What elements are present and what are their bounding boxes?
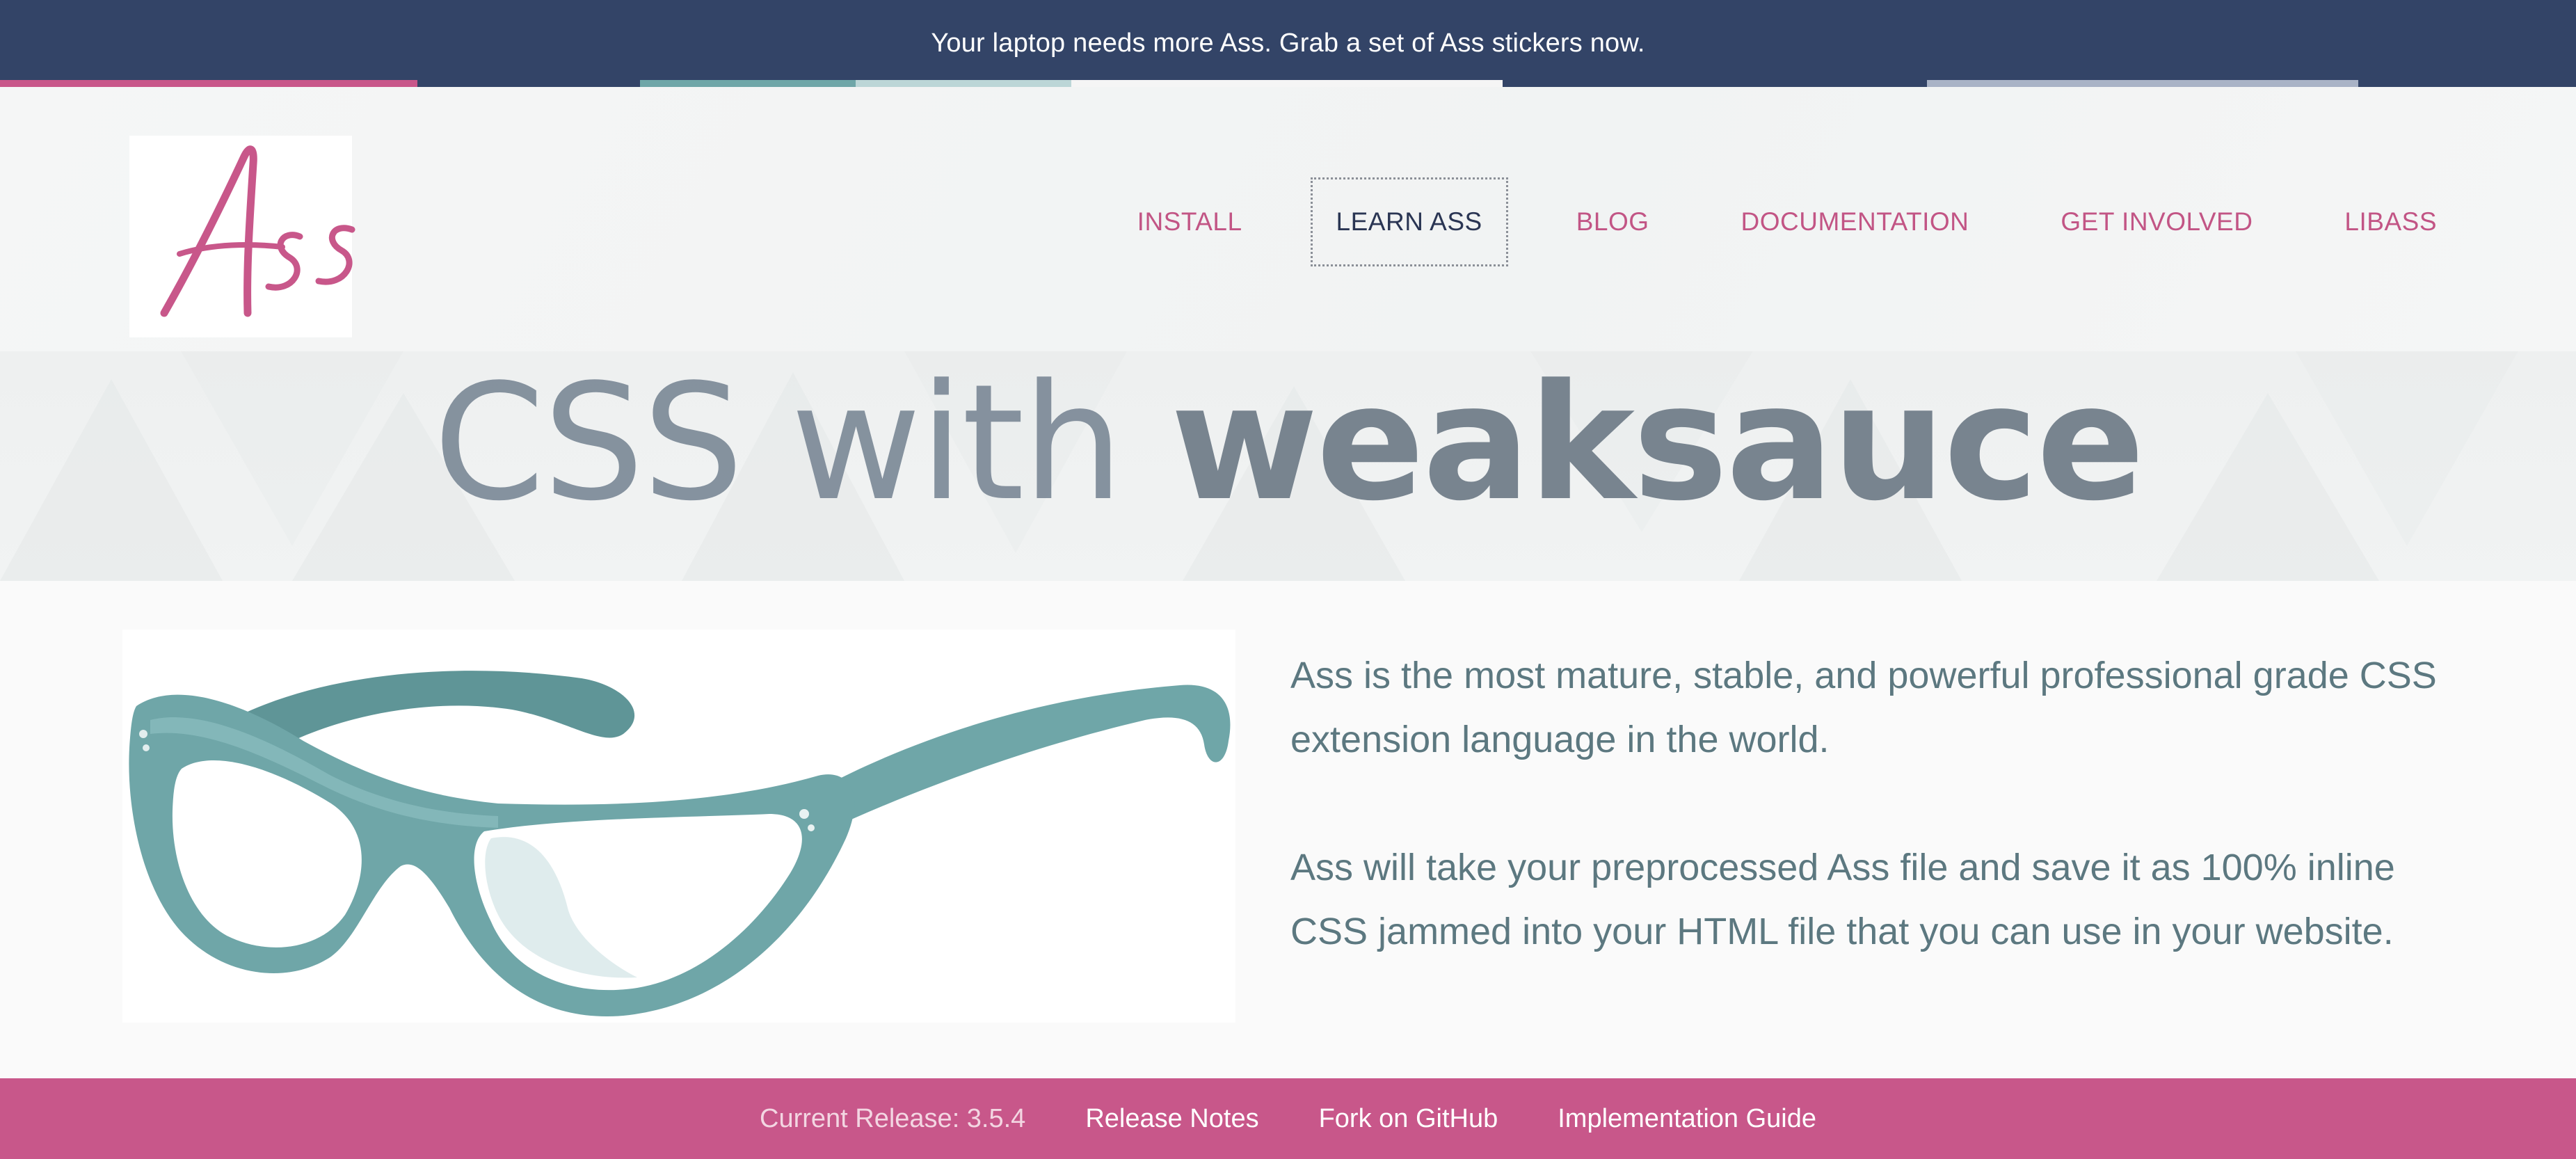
announcement-banner: Your laptop needs more Ass. Grab a set o…: [0, 0, 2576, 87]
glasses-illustration: [122, 630, 1235, 1023]
main-content: Ass is the most mature, stable, and powe…: [0, 581, 2576, 1078]
nav-install[interactable]: INSTALL: [1137, 207, 1242, 237]
site-logo[interactable]: [129, 136, 355, 337]
intro-text: Ass is the most mature, stable, and powe…: [1290, 644, 2452, 964]
main-nav: INSTALL LEARN ASS BLOG DOCUMENTATION GET…: [1137, 177, 2437, 266]
intro-paragraph-1: Ass is the most mature, stable, and powe…: [1290, 655, 2437, 760]
nav-blog[interactable]: BLOG: [1576, 207, 1649, 237]
implementation-guide-link[interactable]: Implementation Guide: [1558, 1104, 1816, 1134]
nav-libass[interactable]: LIBASS: [2344, 207, 2437, 237]
nav-documentation[interactable]: DOCUMENTATION: [1741, 207, 1969, 237]
banner-color-stripe: [0, 80, 2576, 87]
intro-paragraph-2: Ass will take your preprocessed Ass file…: [1290, 847, 2395, 952]
stickers-link[interactable]: Your laptop needs more Ass. Grab a set o…: [931, 29, 1645, 58]
glasses-icon: [129, 671, 1231, 1017]
ass-logo-icon: [160, 145, 355, 317]
current-release: Current Release: 3.5.4: [760, 1103, 1026, 1133]
fork-github-link[interactable]: Fork on GitHub: [1319, 1104, 1498, 1134]
hero-title-light: CSS with: [433, 351, 1171, 536]
blurred-separator-line: [1290, 772, 2452, 836]
release-notes-link[interactable]: Release Notes: [1085, 1104, 1258, 1134]
nav-get-involved[interactable]: GET INVOLVED: [2061, 207, 2253, 237]
site-header: INSTALL LEARN ASS BLOG DOCUMENTATION GET…: [0, 87, 2576, 351]
nav-learn-ass[interactable]: LEARN ASS: [1310, 177, 1508, 266]
release-footer: Current Release: 3.5.4 Release Notes For…: [0, 1078, 2576, 1159]
hero-section: CSS with weaksauce: [0, 351, 2576, 581]
hero-title-bold: weaksauce: [1170, 351, 2145, 536]
hero-title: CSS with weaksauce: [0, 364, 2576, 524]
